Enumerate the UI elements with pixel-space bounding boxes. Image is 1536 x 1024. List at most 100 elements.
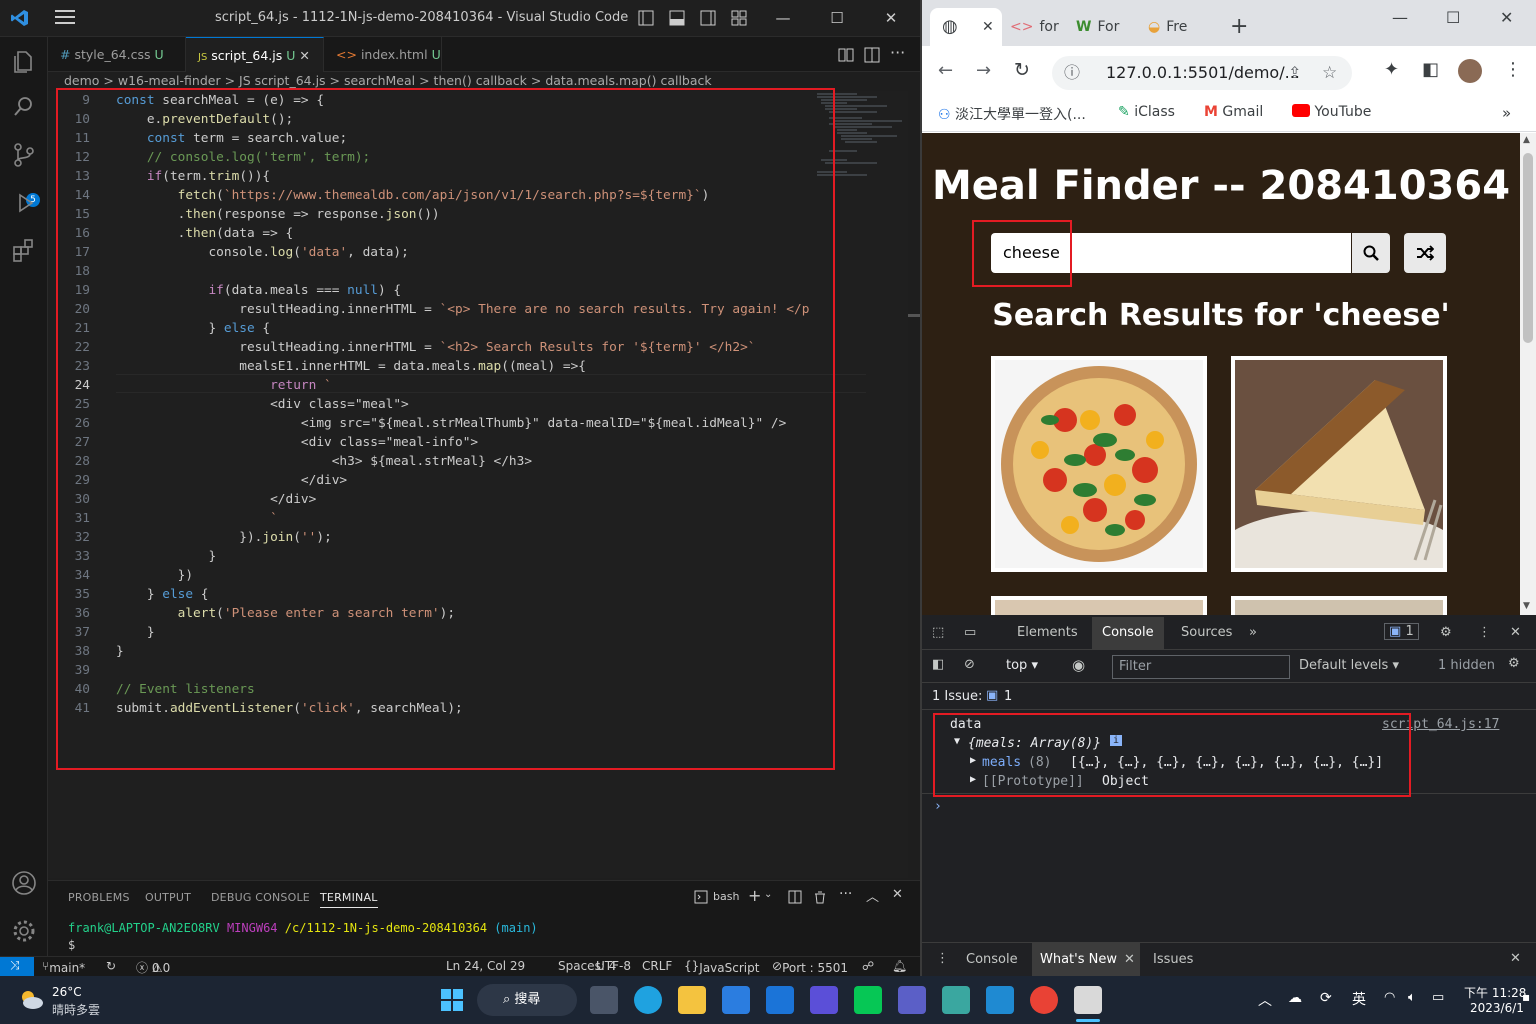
drawer-menu-icon[interactable]: ⋮: [936, 951, 949, 966]
tab-output[interactable]: OUTPUT: [145, 891, 191, 904]
minimize-button[interactable]: —: [1392, 8, 1408, 27]
drawer-tab-whats-new[interactable]: What's New ✕: [1032, 943, 1140, 976]
meal-card-image[interactable]: [1231, 596, 1447, 615]
live-expression-eye-icon[interactable]: ◉: [1072, 656, 1085, 674]
close-panel-icon[interactable]: ✕: [892, 887, 903, 902]
maximize-button[interactable]: ☐: [824, 6, 850, 30]
sidebar-toggle-icon[interactable]: ◧: [932, 657, 944, 672]
problems-indicator[interactable]: ⓧ 0 ⚠ 0: [136, 959, 170, 976]
source-control-icon[interactable]: [10, 141, 38, 169]
meal-card-image[interactable]: [1231, 356, 1447, 572]
clear-console-icon[interactable]: ⊘: [964, 657, 975, 672]
site-info-icon[interactable]: ⓘ: [1064, 56, 1080, 90]
clock-date[interactable]: 2023/6/1: [1470, 1001, 1524, 1015]
bookmark-gmail[interactable]: M Gmail: [1204, 104, 1263, 120]
line-icon[interactable]: [854, 986, 882, 1014]
close-tab-icon[interactable]: ✕: [982, 8, 994, 46]
language-mode[interactable]: {} JavaScript: [684, 959, 759, 975]
drawer-tab-console[interactable]: Console: [966, 952, 1018, 967]
new-terminal-icon[interactable]: +: [748, 886, 761, 905]
console-output[interactable]: data script_64.js:17 ▼ {meals: Array(8)}…: [922, 711, 1536, 941]
issues-counter[interactable]: ▣ 1: [1384, 623, 1419, 640]
breadcrumb-item[interactable]: then() callback: [434, 73, 527, 88]
device-toolbar-icon[interactable]: ▭: [964, 625, 976, 640]
cursor-position[interactable]: Ln 24, Col 29: [446, 959, 525, 973]
breadcrumb-item[interactable]: searchMeal: [344, 73, 415, 88]
close-button[interactable]: ✕: [878, 6, 904, 30]
run-debug-icon[interactable]: [10, 189, 38, 217]
browser-tab[interactable]: ◒ Fre: [1148, 8, 1208, 46]
console-prompt-icon[interactable]: ›: [934, 799, 942, 814]
more-tabs-icon[interactable]: »: [1249, 625, 1257, 640]
browser-tab[interactable]: W For: [1076, 8, 1136, 46]
toggle-panel-icon[interactable]: [669, 10, 685, 26]
menu-icon[interactable]: [55, 10, 75, 24]
live-server-status[interactable]: ⊘ Port : 5501: [772, 959, 848, 975]
toggle-secondary-sidebar-icon[interactable]: [700, 10, 716, 26]
split-editor-icon[interactable]: [864, 47, 880, 63]
customize-layout-icon[interactable]: [731, 10, 747, 26]
split-terminal-icon[interactable]: [788, 890, 802, 904]
editor-scrollbar[interactable]: [908, 314, 920, 317]
forward-icon[interactable]: →: [976, 60, 991, 81]
edge-icon[interactable]: [634, 986, 662, 1014]
battery-icon[interactable]: ▭: [1432, 990, 1444, 1005]
volume-icon[interactable]: 🔈︎: [1408, 990, 1416, 1005]
more-actions-icon[interactable]: ···: [839, 886, 852, 902]
context-selector[interactable]: top ▾: [1006, 658, 1038, 673]
page-scrollbar[interactable]: ▲ ▼: [1520, 133, 1536, 615]
branch-indicator[interactable]: ⑂ main*: [42, 959, 85, 975]
close-tab-icon[interactable]: ✕: [299, 48, 309, 63]
breadcrumb-item[interactable]: w16-meal-finder: [118, 73, 221, 88]
tab-elements[interactable]: Elements: [1017, 625, 1078, 640]
clock-time[interactable]: 下午 11:28: [1464, 984, 1526, 1001]
extensions-icon[interactable]: ✦: [1384, 59, 1399, 80]
more-actions-icon[interactable]: ···: [890, 43, 905, 62]
compare-changes-icon[interactable]: [838, 47, 854, 63]
taskbar-search[interactable]: ⌕ 搜尋: [477, 984, 577, 1016]
line-ending[interactable]: CRLF: [642, 959, 672, 973]
address-bar[interactable]: ⓘ 127.0.0.1:5501/demo/... ⇪ ☆: [1052, 56, 1352, 90]
scroll-up-icon[interactable]: ▲: [1523, 135, 1530, 145]
remote-indicator[interactable]: ⤨: [0, 957, 34, 976]
tab-style-css[interactable]: # style_64.css U: [48, 37, 186, 72]
filter-input[interactable]: Filter: [1112, 655, 1290, 679]
chrome-icon[interactable]: [1030, 986, 1058, 1014]
vscode-icon[interactable]: [986, 986, 1014, 1014]
explorer-icon[interactable]: [10, 47, 38, 75]
tab-terminal[interactable]: TERMINAL: [320, 891, 378, 908]
app-icon[interactable]: [942, 986, 970, 1014]
breadcrumb-item[interactable]: JS script_64.js: [239, 73, 326, 88]
terminal-input-line[interactable]: $: [68, 938, 75, 952]
close-drawer-icon[interactable]: ✕: [1510, 951, 1521, 966]
reload-icon[interactable]: ↻: [1014, 59, 1030, 81]
scrollbar-thumb[interactable]: [1523, 153, 1533, 343]
search-button[interactable]: [1352, 233, 1390, 273]
tab-debug-console[interactable]: DEBUG CONSOLE: [211, 891, 310, 904]
bookmark-star-icon[interactable]: ☆: [1322, 56, 1337, 90]
start-button[interactable]: [438, 986, 466, 1014]
file-explorer-icon[interactable]: [678, 986, 706, 1014]
onedrive-cloud-icon[interactable]: ☁: [1288, 990, 1302, 1006]
search-icon[interactable]: [10, 93, 38, 121]
maximize-panel-icon[interactable]: ︿: [866, 886, 879, 905]
ime-indicator[interactable]: 英: [1352, 989, 1366, 1009]
new-tab-icon[interactable]: +: [1230, 14, 1248, 39]
random-meal-button[interactable]: [1404, 233, 1446, 273]
bookmark-tku[interactable]: ⚇ 淡江大學單一登入(...: [938, 104, 1086, 124]
tab-console[interactable]: Console: [1092, 617, 1164, 649]
console-settings-icon[interactable]: ⚙: [1508, 656, 1520, 671]
maximize-button[interactable]: ☐: [1446, 8, 1460, 27]
devtools-settings-icon[interactable]: ⚙: [1440, 625, 1452, 640]
media-player-icon[interactable]: [810, 986, 838, 1014]
snipping-tool-icon[interactable]: [1074, 986, 1102, 1014]
avatar[interactable]: [1458, 59, 1482, 83]
teams-icon[interactable]: [898, 986, 926, 1014]
devtools-menu-icon[interactable]: ⋮: [1478, 625, 1491, 640]
chevron-down-icon[interactable]: ⌄: [764, 889, 772, 900]
share-icon[interactable]: ⇪: [1288, 56, 1301, 90]
wifi-icon[interactable]: ◠: [1384, 990, 1395, 1005]
encoding[interactable]: UTF-8: [596, 959, 631, 973]
meal-card-image[interactable]: [991, 596, 1207, 615]
tab-script-js[interactable]: JS script_64.js U ✕: [186, 37, 324, 72]
